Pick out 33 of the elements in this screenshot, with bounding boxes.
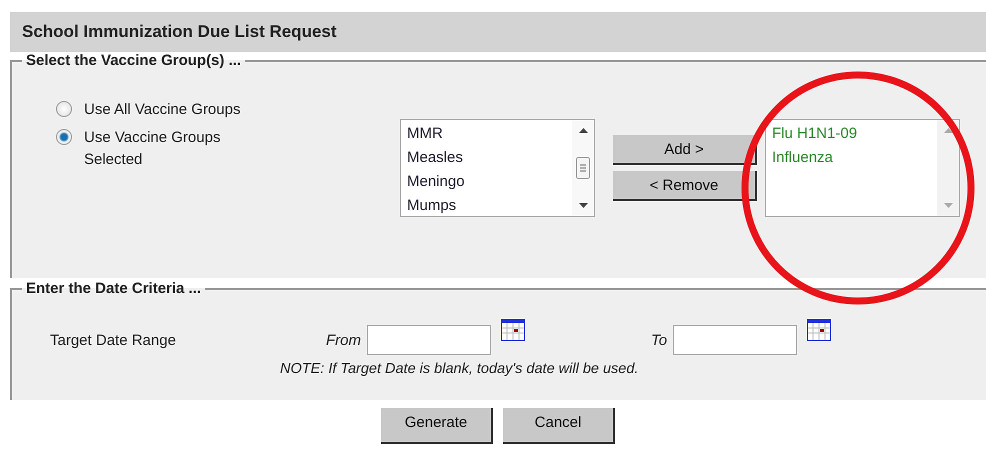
- scrollbar[interactable]: [572, 120, 594, 216]
- radio-label: Use All Vaccine Groups: [84, 100, 242, 120]
- scroll-thumb[interactable]: [576, 157, 590, 179]
- list-item[interactable]: Influenza: [772, 146, 931, 170]
- field-label: From: [326, 332, 361, 348]
- radio-button[interactable]: [56, 129, 72, 145]
- section-legend: Select the Vaccine Group(s) ...: [22, 52, 246, 69]
- up-arrow-icon[interactable]: [578, 128, 588, 133]
- list-item[interactable]: Flu H1N1-09: [772, 122, 931, 146]
- scrollbar[interactable]: [937, 120, 959, 216]
- up-arrow-icon[interactable]: [944, 128, 952, 133]
- date-field[interactable]: [367, 325, 491, 355]
- radio-button[interactable]: [56, 101, 72, 117]
- remove-button[interactable]: < Remove: [613, 171, 757, 201]
- available-list[interactable]: MMR Measles Meningo Mumps: [400, 119, 595, 217]
- radio-label: Use Vaccine Groups Selected: [84, 128, 222, 170]
- section-legend: Enter the Date Criteria ...: [22, 280, 206, 297]
- calendar-icon[interactable]: [501, 319, 525, 341]
- list-item[interactable]: MMR: [407, 122, 566, 146]
- page-title: School Immunization Due List Request: [10, 12, 986, 52]
- selected-list[interactable]: Flu H1N1-09 Influenza: [765, 119, 960, 217]
- add-button[interactable]: Add >: [613, 135, 757, 165]
- down-arrow-icon[interactable]: [578, 203, 588, 208]
- calendar-icon[interactable]: [807, 319, 832, 341]
- form-button[interactable]: Cancel: [503, 408, 615, 444]
- list-item[interactable]: Mumps: [407, 194, 566, 218]
- date-field[interactable]: [673, 325, 798, 355]
- field-label: Target Date Range: [50, 332, 177, 348]
- field-label: To: [651, 332, 668, 348]
- list-item[interactable]: Meningo: [407, 170, 566, 194]
- note-text: NOTE: If Target Date is blank, today's date will be used.: [280, 361, 640, 377]
- list-item[interactable]: Measles: [407, 146, 566, 170]
- form-button[interactable]: Generate: [381, 408, 493, 444]
